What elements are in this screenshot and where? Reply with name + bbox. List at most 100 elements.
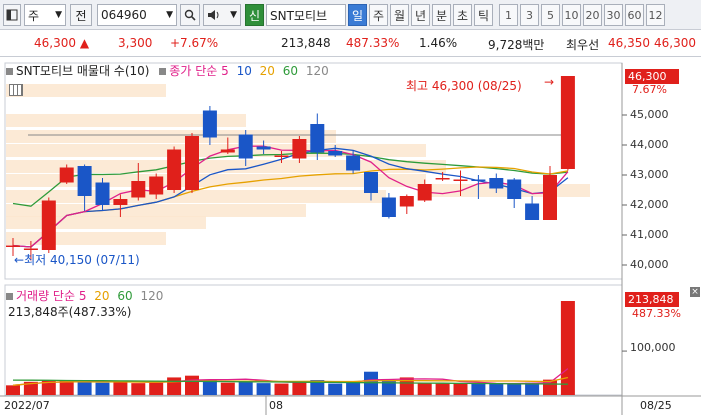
volume-profile-bar (6, 130, 336, 143)
candle-body (328, 151, 343, 156)
price-y-tick: 44,000 (630, 138, 669, 151)
volume-tag: 213,848 (625, 292, 679, 307)
interval-button[interactable]: 60 (625, 4, 644, 26)
chevron-down-icon: ▼ (230, 10, 237, 20)
price-y-tick: 42,000 (630, 198, 669, 211)
period-button[interactable]: 월 (390, 4, 409, 26)
candle-body (381, 197, 396, 217)
chart-area[interactable]: SNT모티브 매물대 수(10) 종가 단순 5 10 20 60 120 최고… (0, 57, 701, 415)
best-offer-1: 46,350 (608, 36, 650, 50)
candle-body (23, 248, 38, 250)
volume-bar (220, 382, 235, 395)
volume-bar (185, 375, 199, 395)
ma120-label: 120 (305, 64, 329, 78)
volume-bar (453, 383, 468, 395)
volume-bar (113, 381, 128, 395)
x-axis-label-month: 08 (269, 399, 283, 412)
window-menu-icon[interactable] (3, 4, 21, 26)
interval-button[interactable]: 20 (583, 4, 602, 26)
low-arrow-icon: ← (14, 253, 25, 267)
candle-body (399, 196, 414, 207)
volume-text: 213,848주(487.33%) (8, 305, 132, 319)
price-change: 3,300 (118, 36, 153, 50)
stock-name-field[interactable]: SNT모티브 (266, 4, 346, 26)
current-price: 46,300 ▲ (34, 36, 90, 50)
period-button[interactable]: 틱 (474, 4, 493, 26)
interval-button[interactable]: 10 (562, 4, 581, 26)
candle-body (41, 200, 56, 250)
close-pane-icon[interactable]: × (690, 287, 700, 297)
candle-body (292, 139, 307, 159)
volume-y-tick: 100,000 (630, 341, 676, 354)
candle-body (220, 149, 235, 153)
candle-body (202, 110, 217, 138)
period-button[interactable]: 년 (411, 4, 430, 26)
volume-bar (274, 383, 289, 395)
volume-bar (6, 385, 20, 395)
current-price-tag: 46,300 (625, 69, 679, 84)
candle-body (364, 172, 378, 193)
volume-profile-bar (6, 84, 166, 97)
candle-body (471, 179, 486, 181)
volume-profile-bar (6, 232, 166, 245)
ma20-label: 20 (259, 64, 275, 78)
vol-ma120-label: 120 (140, 289, 164, 303)
candle-body (489, 178, 504, 189)
grid-toggle-icon[interactable] (9, 84, 23, 96)
candle-body (543, 175, 557, 220)
prev-label: 전 (75, 8, 87, 23)
prev-button[interactable]: 전 (70, 4, 92, 26)
speaker-icon (208, 10, 219, 20)
toolbar: 주 ▼ 전 064960 ▼ ▼ 신 SNT모티브 일주월년분초틱 1 3 5 10 2… (0, 0, 701, 30)
interval-button[interactable]: 5 (541, 4, 560, 26)
volume-ratio: 487.33% (346, 36, 400, 50)
stock-code-value: 064960 (101, 8, 147, 22)
price-change-pct: +7.67% (170, 36, 219, 50)
candle-body (59, 167, 74, 183)
candle-body (417, 184, 432, 201)
ma-label: 종가 단순 5 (169, 64, 229, 78)
candle-body (346, 155, 361, 171)
volume-bar (471, 384, 486, 395)
volume-bar (238, 380, 253, 395)
vol-ma20-label: 20 (94, 289, 110, 303)
price-y-tick: 43,000 (630, 168, 669, 181)
interval-button[interactable]: 3 (520, 4, 539, 26)
ma10-label: 10 (236, 64, 252, 78)
best-offer-label: 최우선 (566, 38, 600, 52)
period-button[interactable]: 분 (432, 4, 451, 26)
volume-chart-legend: 거래량 단순 5 20 60 120 (6, 287, 163, 304)
period-button[interactable]: 주 (369, 4, 388, 26)
market-select[interactable]: 주 ▼ (24, 4, 66, 26)
candle-body (167, 149, 182, 190)
volume-bar (77, 381, 92, 395)
period-button[interactable]: 초 (453, 4, 472, 26)
interval-button[interactable]: 30 (604, 4, 623, 26)
candle-body (6, 245, 20, 247)
period-button[interactable]: 일 (348, 4, 367, 26)
stock-code-input[interactable]: 064960 ▼ (97, 4, 177, 26)
turnover-pct: 1.46% (419, 36, 458, 50)
best-offer-2: 46,300 (654, 36, 696, 50)
new-badge: 신 (245, 4, 264, 26)
candle-body (435, 178, 450, 180)
volume-bar (560, 301, 575, 395)
candle-body (274, 155, 289, 157)
sound-icon[interactable]: ▼ (203, 4, 241, 26)
quote-info-bar: 46,300 ▲ 3,300 +7.67% 213,848 487.33% 1.… (0, 31, 701, 57)
current-price-pct: 7.67% (632, 83, 667, 96)
candlestick-chart[interactable] (0, 57, 701, 415)
chevron-down-icon: ▼ (166, 10, 173, 20)
candle-body (310, 124, 325, 153)
candle-body (95, 182, 110, 205)
volume-bar (507, 383, 522, 395)
candle-body (560, 76, 575, 169)
x-axis-label-end: 08/25 (640, 399, 672, 412)
volume-bar (417, 383, 432, 395)
interval-button[interactable]: 12 (646, 4, 665, 26)
volume-bar (95, 382, 110, 395)
interval-button[interactable]: 1 (499, 4, 518, 26)
volume-bar (256, 383, 271, 395)
up-arrow-icon: ▲ (79, 36, 90, 50)
search-icon[interactable] (180, 4, 200, 26)
